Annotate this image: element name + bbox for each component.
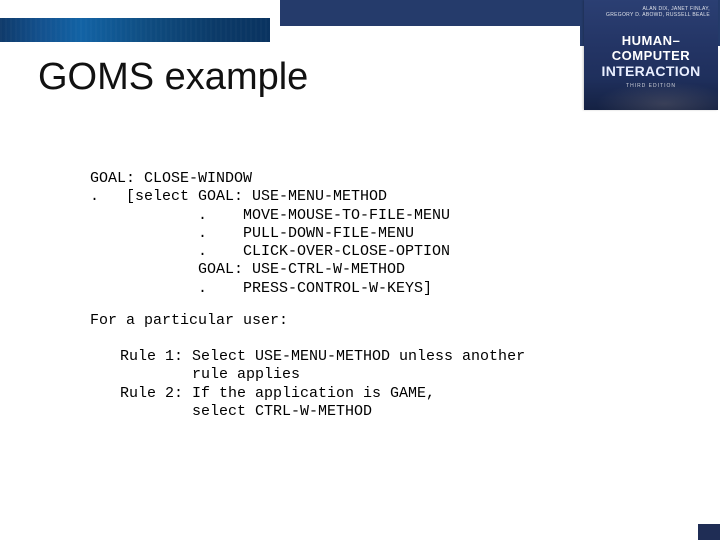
book-cover: ALAN DIX, JANET FINLAY, GREGORY D. ABOWD… <box>584 0 718 110</box>
rule-1-line-b: rule applies <box>120 366 300 383</box>
book-cover-art <box>584 78 718 110</box>
goms-code: GOAL: CLOSE-WINDOW . [select GOAL: USE-M… <box>90 170 450 298</box>
goms-line-4: . PULL-DOWN-FILE-MENU <box>90 225 414 242</box>
rule-1-line-a: Rule 1: Select USE-MENU-METHOD unless an… <box>120 348 525 365</box>
slide-title: GOMS example <box>38 56 308 99</box>
rule-2-line-b: select CTRL-W-METHOD <box>120 403 372 420</box>
goms-line-7: . PRESS-CONTROL-W-KEYS] <box>90 280 432 297</box>
goms-line-3: . MOVE-MOUSE-TO-FILE-MENU <box>90 207 450 224</box>
banner-pattern-left <box>0 18 270 42</box>
rules-subhead: For a particular user: <box>90 312 288 329</box>
goms-line-6: GOAL: USE-CTRL-W-METHOD <box>90 261 405 278</box>
goms-line-2: . [select GOAL: USE-MENU-METHOD <box>90 188 387 205</box>
book-authors-line2: GREGORY D. ABOWD, RUSSELL BEALE <box>592 12 710 18</box>
book-title-line1: HUMAN–COMPUTER <box>584 33 718 63</box>
goms-line-1: GOAL: CLOSE-WINDOW <box>90 170 252 187</box>
goms-line-5: . CLICK-OVER-CLOSE-OPTION <box>90 243 450 260</box>
rule-2-line-a: Rule 2: If the application is GAME, <box>120 385 435 402</box>
rules-block: Rule 1: Select USE-MENU-METHOD unless an… <box>120 348 525 421</box>
book-title-line2: INTERACTION <box>584 63 718 79</box>
corner-accent <box>698 524 720 540</box>
book-authors: ALAN DIX, JANET FINLAY, GREGORY D. ABOWD… <box>584 0 718 19</box>
